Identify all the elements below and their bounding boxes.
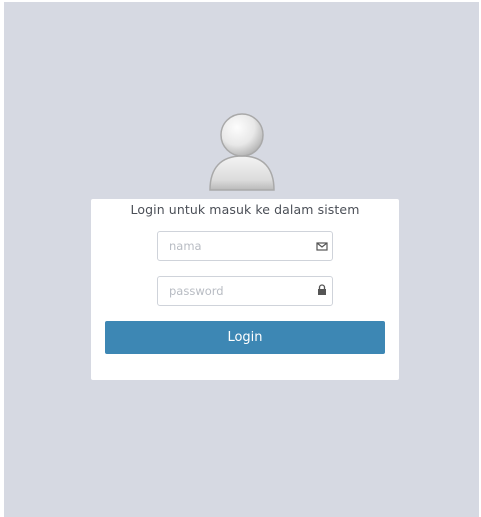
- lock-icon: [315, 281, 329, 295]
- envelope-icon: [315, 236, 329, 251]
- login-title: Login untuk masuk ke dalam sistem: [130, 202, 360, 217]
- username-field: [157, 231, 333, 261]
- password-input[interactable]: [158, 277, 332, 305]
- page: Login untuk masuk ke dalam sistem Login: [0, 0, 481, 517]
- login-button[interactable]: Login: [105, 321, 385, 354]
- password-field: [157, 276, 333, 306]
- user-avatar-icon: [203, 108, 281, 194]
- login-card: Login untuk masuk ke dalam sistem Login: [91, 199, 399, 380]
- username-input[interactable]: [158, 232, 332, 260]
